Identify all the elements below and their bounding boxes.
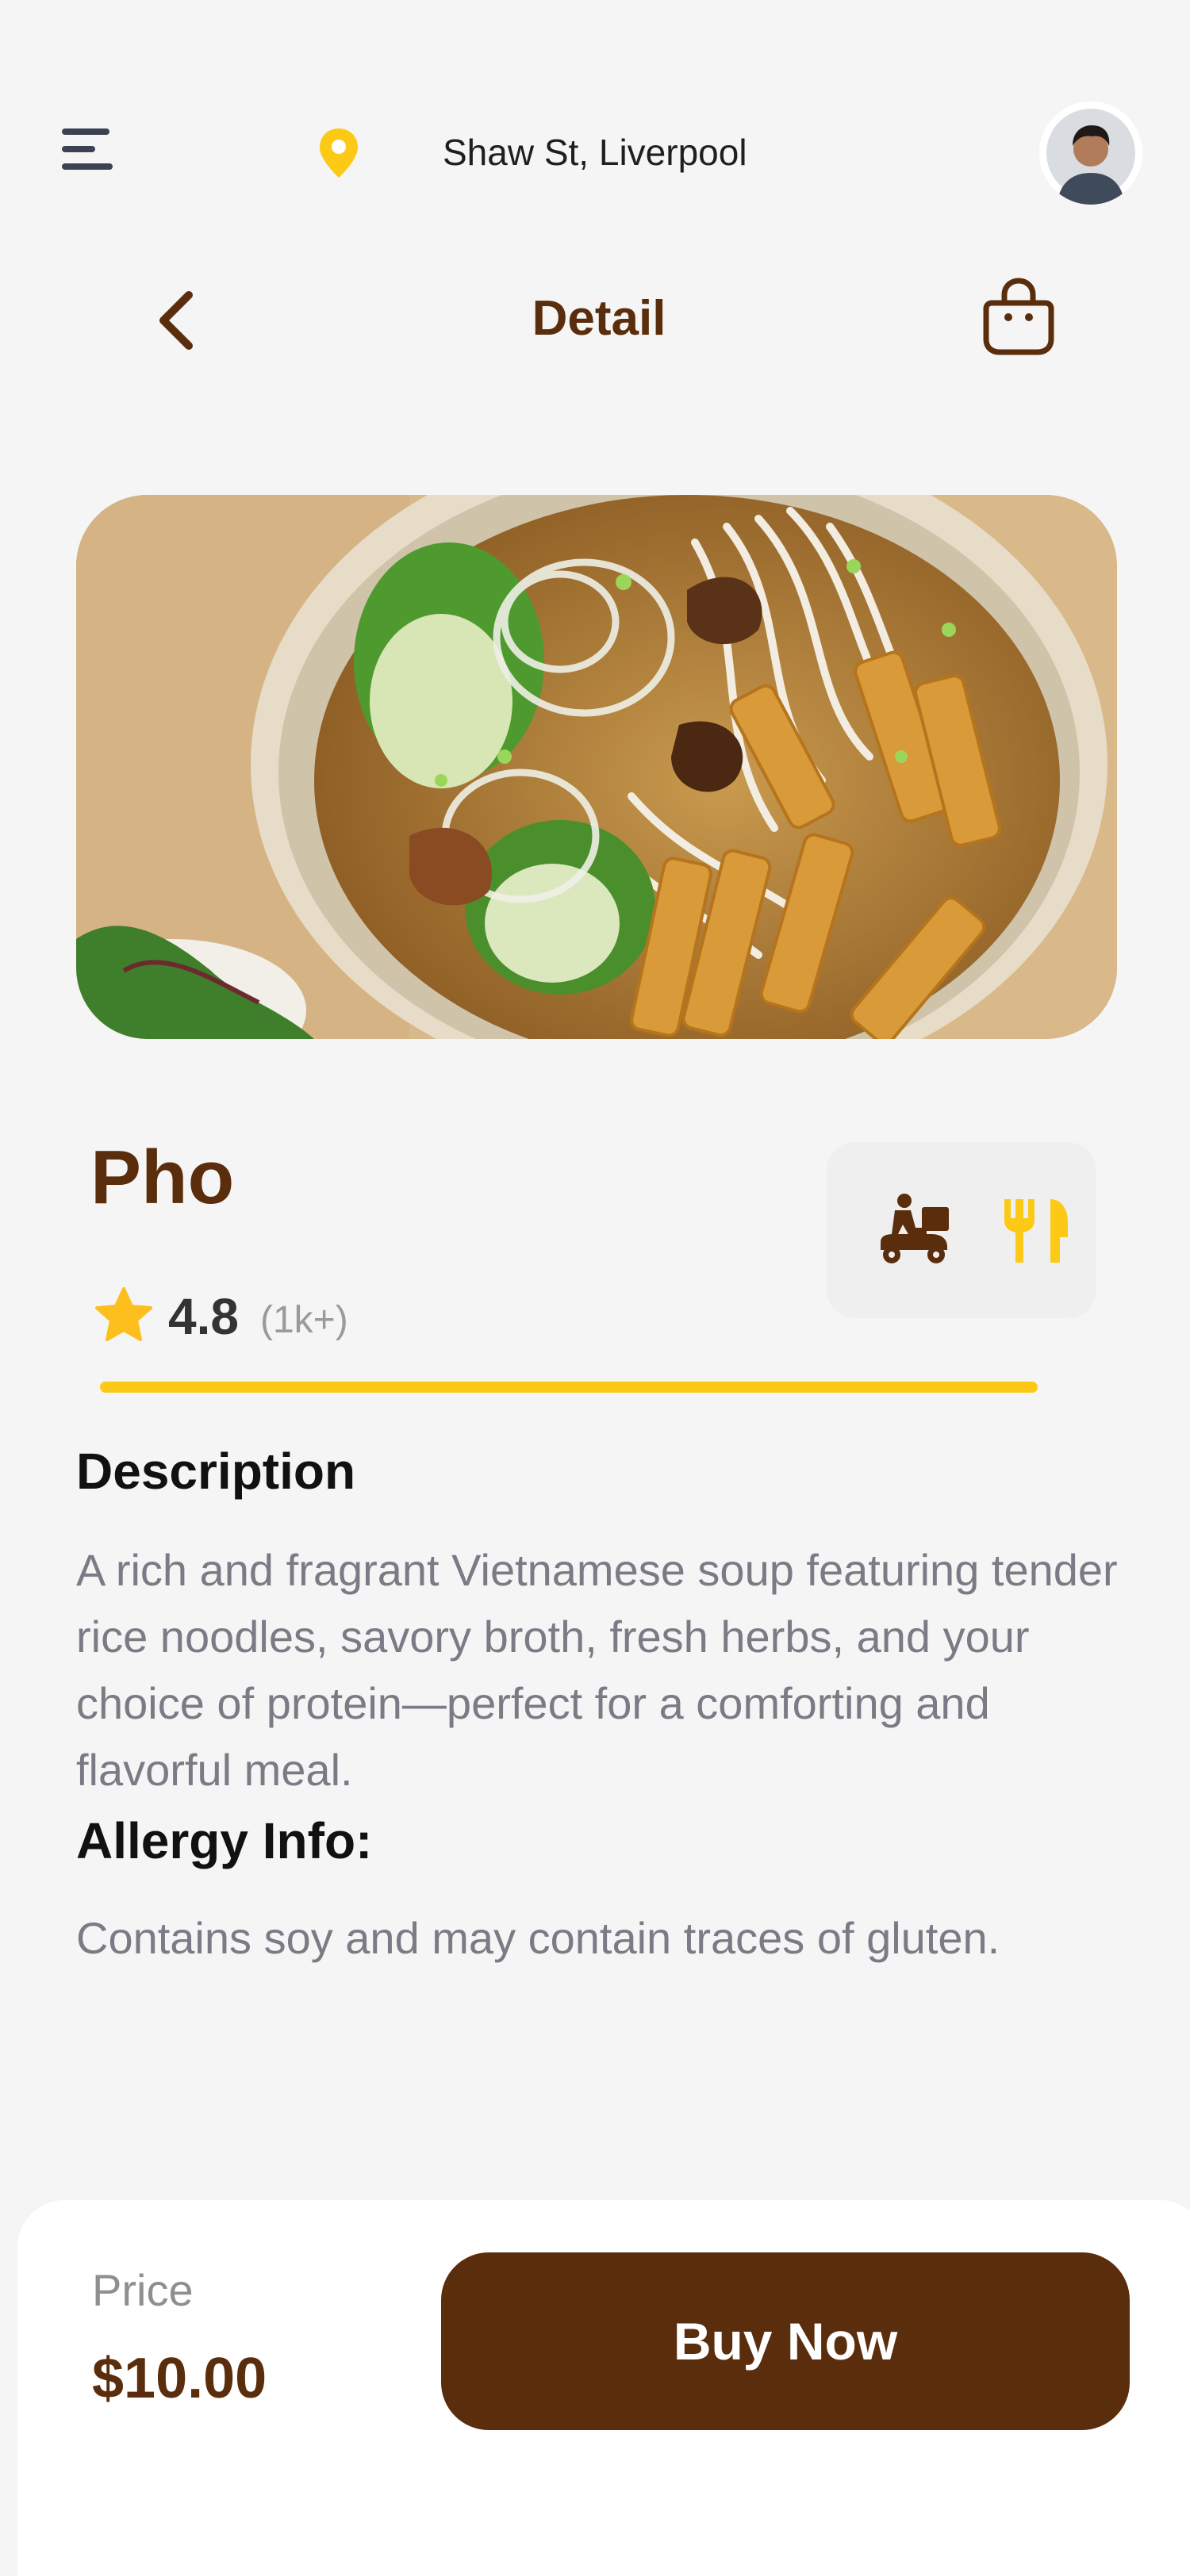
shopping-bag-icon[interactable] <box>981 276 1057 357</box>
description-text: A rich and fragrant Vietnamese soup feat… <box>76 1545 1118 1795</box>
star-icon <box>95 1287 152 1341</box>
menu-icon[interactable] <box>62 128 116 173</box>
user-avatar[interactable] <box>1039 102 1142 205</box>
map-pin-icon <box>320 128 358 178</box>
allergy-text: Contains soy and may contain traces of g… <box>76 1913 1000 1963</box>
price-label: Price <box>92 2265 194 2315</box>
price-value: $10.00 <box>92 2347 267 2410</box>
chevron-left-icon[interactable] <box>151 289 203 352</box>
rating-value: 4.8 <box>168 1288 239 1345</box>
description-title: Description <box>76 1443 356 1500</box>
product-image <box>76 495 1117 1039</box>
divider-line <box>100 1382 1038 1393</box>
dine-in-utensils-icon[interactable] <box>1000 1196 1071 1264</box>
buy-now-button[interactable]: Buy Now <box>441 2252 1130 2430</box>
allergy-title: Allergy Info: <box>76 1812 373 1869</box>
page-title: Detail <box>532 291 666 346</box>
delivery-scooter-icon[interactable] <box>876 1193 952 1266</box>
rating-count: (1k+) <box>260 1299 348 1341</box>
location-label[interactable]: Shaw St, Liverpool <box>443 127 747 178</box>
product-name: Pho <box>90 1135 235 1220</box>
